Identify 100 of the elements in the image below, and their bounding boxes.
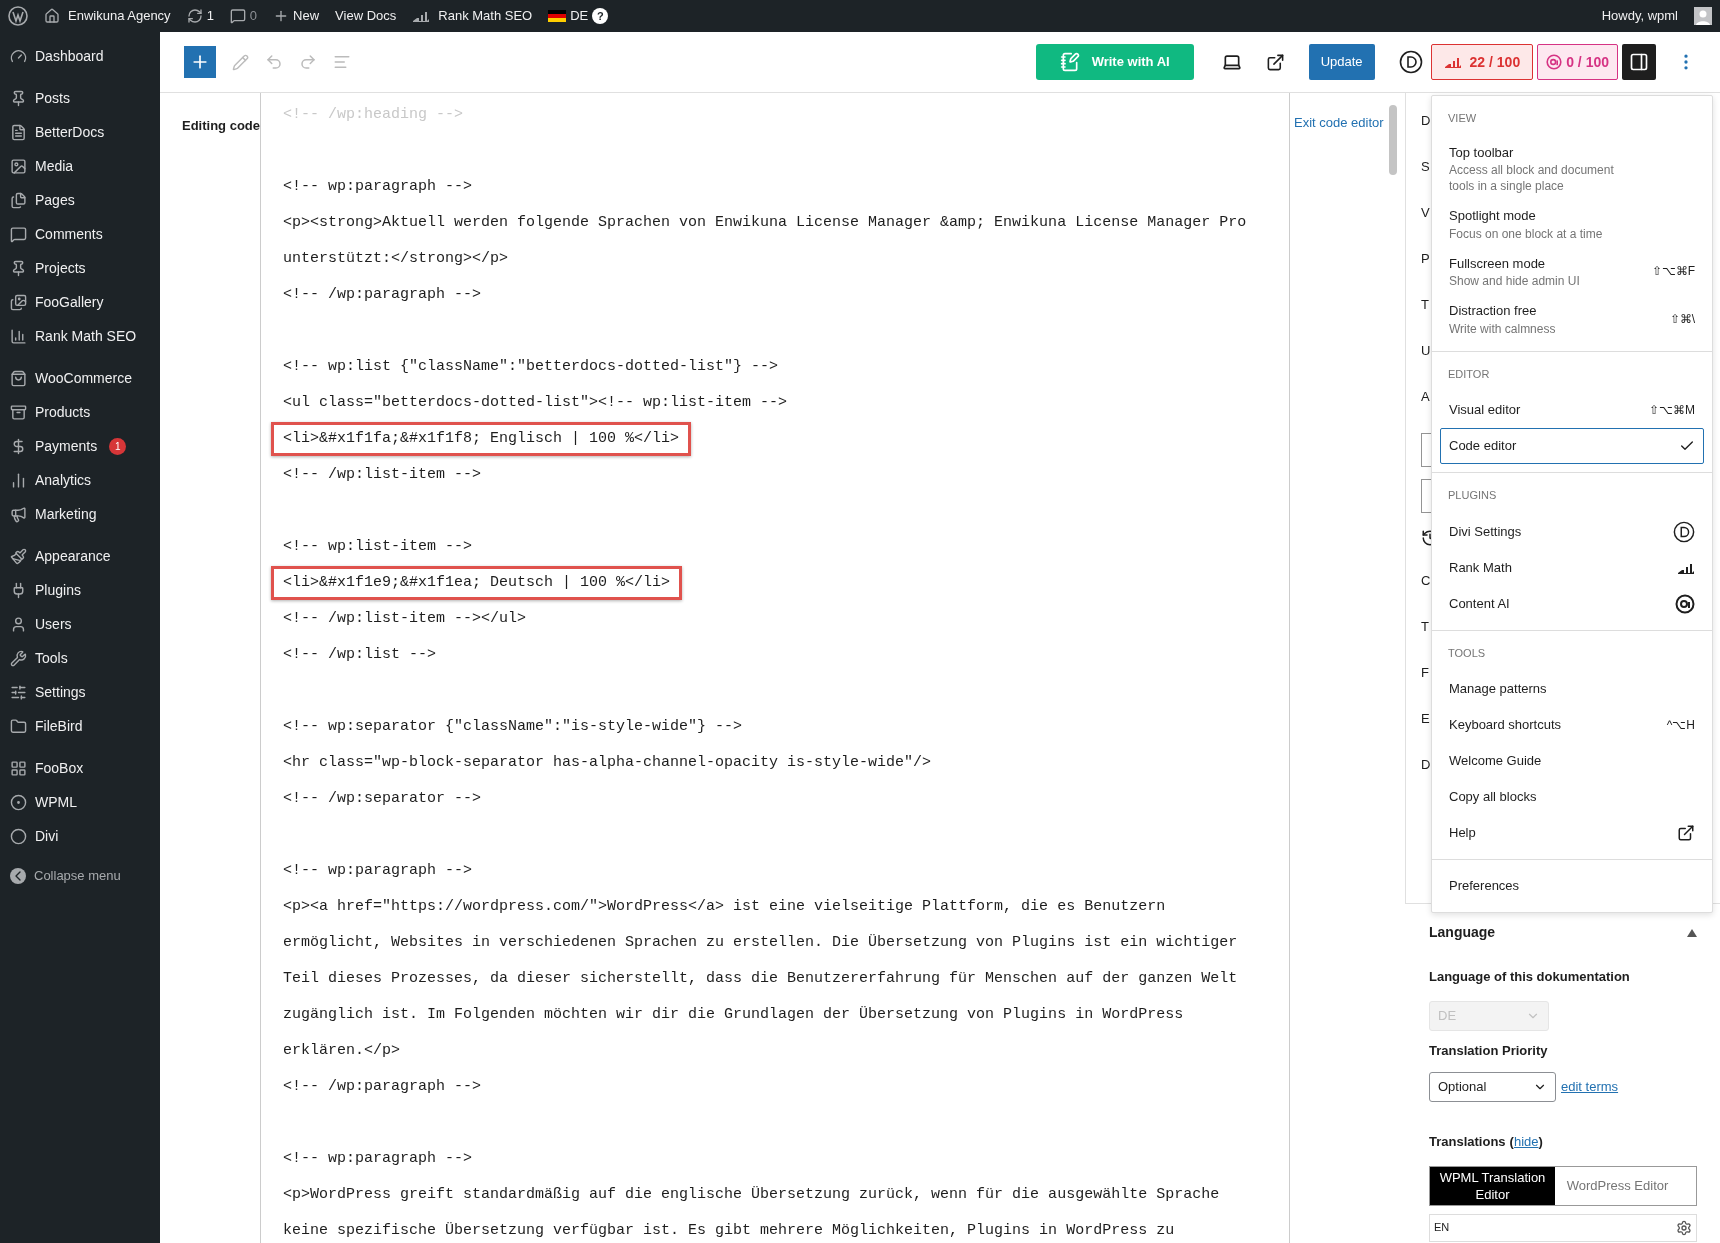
language-switcher[interactable]: DE [570,6,589,26]
sidebar-item[interactable]: WooCommerce [35,367,132,389]
notification-badge: 1 [109,437,127,455]
pin-icon [10,259,27,277]
menu-item[interactable]: Preferences [1440,868,1704,904]
translation-row[interactable]: EN [1429,1213,1697,1242]
code-line: <!-- wp:list-item --> [283,538,473,556]
menu-item[interactable]: Top toolbar Access all block and document tools in a single place [1440,136,1704,200]
gauge-icon [10,47,27,65]
updates-icon[interactable] [186,8,203,24]
code-line: <p><strong>Aktuell werden folgende Sprachen von Enwikuna License Manager &amp; Enwikuna License Manager Pro [283,214,1247,232]
sidebar-item[interactable]: Users [35,613,72,635]
menu-item-label: Top toolbar [1449,143,1515,162]
sidebar-item[interactable]: Tools [35,647,68,669]
sidebar-item[interactable]: FooBox [35,757,84,779]
menu-section-title: TOOLS [1447,645,1487,661]
gallery-icon [10,293,27,311]
sidebar-item[interactable]: Media [35,155,74,177]
sidebar-item[interactable]: Plugins [35,579,81,601]
collapse-menu-link[interactable]: Collapse menu [34,866,121,886]
menu-item[interactable]: Copy all blocks [1440,779,1704,815]
panel-label: C [1421,572,1431,590]
hide-link[interactable]: hide [1513,1132,1539,1152]
sidebar-item[interactable]: Settings [35,681,86,703]
sidebar-item[interactable]: Products [35,401,91,423]
menu-item[interactable]: Code editor [1440,428,1704,464]
gear-icon[interactable] [1676,1219,1692,1236]
menu-item[interactable]: Welcome Guide [1440,743,1704,779]
wordpress-logo[interactable] [8,6,28,26]
menu-item[interactable]: Manage patterns [1440,671,1704,707]
new-link[interactable]: New [293,6,320,26]
sidebar-item[interactable]: Projects [35,257,86,279]
menu-section-title: EDITOR [1447,366,1491,382]
menu-item[interactable]: Content AI [1440,585,1704,622]
content-ai-score-button[interactable]: 0 / 100 [1537,44,1618,80]
menu-item[interactable]: Rank Math [1440,549,1704,586]
code-line: erklären.</p> [283,1042,401,1060]
preview-icon[interactable] [1221,52,1242,72]
update-button[interactable]: Update [1308,44,1375,80]
menu-item[interactable]: Help [1440,815,1704,851]
sidebar-item[interactable]: BetterDocs [35,121,105,143]
sidebar-item[interactable]: Payments [35,435,98,457]
greeting-link[interactable]: Howdy, wpml [1601,6,1678,26]
edit-terms-link[interactable]: edit terms [1561,1077,1619,1097]
target-icon [10,793,27,811]
menu-item[interactable]: Keyboard shortcuts ^⌥H [1440,707,1704,743]
archive-icon [10,403,27,421]
code-line: <p><a href="https://wordpress.com/">WordPress</a> ist eine vielseitige Plattform, die es Benutzern [283,898,1166,916]
keyboard-shortcut: ⇧⌥⌘M [1649,402,1695,419]
sidebar-item[interactable]: WPML [35,791,77,813]
exit-code-editor-link[interactable]: Exit code editor [1294,113,1384,1243]
menu-item-label: Divi Settings [1449,522,1523,541]
menu-item-label: Fullscreen mode [1449,254,1547,273]
scrollbar[interactable] [1389,105,1397,175]
seo-score-button[interactable]: 22 / 100 [1430,44,1534,80]
panel-title[interactable]: Language [1429,922,1496,943]
add-block-button[interactable] [184,46,216,78]
priority-select[interactable]: Optional [1429,1072,1556,1102]
sidebar-item[interactable]: Appearance [35,545,111,567]
circle-icon [10,827,27,845]
sidebar-item[interactable]: Divi [35,825,59,847]
bracket: ( [1509,1133,1514,1151]
collapse-triangle-icon[interactable] [1687,928,1697,937]
view-docs-link[interactable]: View Docs [335,6,397,26]
site-link[interactable]: Enwikuna Agency [68,6,171,26]
seo-link[interactable]: Rank Math SEO [438,6,533,26]
sidebar-item[interactable]: FooGallery [35,291,104,313]
editing-code-label: Editing code [182,118,260,133]
external-link-icon[interactable] [1265,52,1285,72]
menu-item-label: Visual editor [1449,401,1522,420]
code-line: zugänglich ist. Im Folgenden möchten wir dir die Grundlagen der Übersetzung von Plugins in WordPress [283,1006,1184,1024]
menu-item-description: Write with calmness [1449,320,1557,337]
sidebar-item[interactable]: Rank Math SEO [35,325,137,347]
menu-item[interactable]: Visual editor ⇧⌥⌘M [1440,392,1704,428]
sidebar-item[interactable]: FileBird [35,715,83,737]
menu-item-label: Spotlight mode [1449,207,1537,225]
sidebar-item[interactable]: Marketing [35,503,97,525]
divi-icon [1673,520,1695,543]
menu-item[interactable]: Distraction free Write with calmness ⇧⌘\ [1440,295,1704,343]
menu-item-label: Content AI [1449,594,1511,613]
sidebar-item[interactable]: Comments [35,223,103,245]
menu-item[interactable]: Divi Settings [1440,513,1704,550]
panel-label: E [1421,710,1430,728]
comment-icon[interactable] [229,8,246,24]
menu-item[interactable]: Spotlight mode Focus on one block at a time [1440,200,1704,248]
code-line: <!-- wp:separator {"className":"is-style-wide"} --> [283,718,743,736]
settings-toggle[interactable] [1622,44,1656,80]
pages-icon [10,191,27,209]
sidebar-item[interactable]: Dashboard [35,45,104,67]
sidebar-item[interactable]: Pages [35,189,75,211]
editor-choice-tab[interactable]: WPML Translation Editor [1430,1166,1555,1205]
sidebar-item[interactable]: Analytics [35,469,92,491]
sidebar-item[interactable]: Posts [35,87,70,109]
user-icon [10,615,27,633]
menu-item-label: Help [1449,824,1477,843]
code-line: unterstützt:</strong></p> [283,250,509,268]
menu-item-description: Focus on one block at a time [1449,225,1604,242]
help-icon[interactable]: ? [592,8,609,24]
ai-icon [1546,54,1563,70]
menu-item[interactable]: Fullscreen mode Show and hide admin UI ⇧⌥⌘F [1440,247,1704,295]
